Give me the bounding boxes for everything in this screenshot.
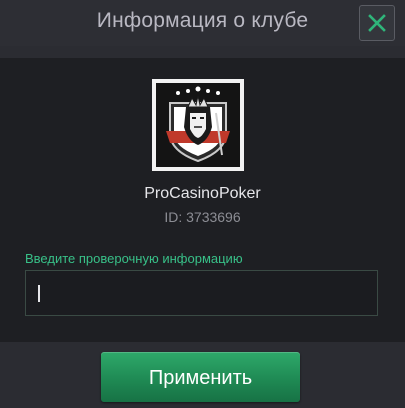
verification-input[interactable] bbox=[25, 270, 378, 316]
jack-playing-card-logo bbox=[156, 83, 240, 167]
dialog-title: Информация о клубе bbox=[96, 9, 309, 32]
club-avatar bbox=[152, 79, 244, 171]
close-button[interactable] bbox=[359, 5, 395, 41]
dialog-header: Информация о клубе bbox=[0, 0, 405, 46]
close-icon bbox=[368, 14, 386, 32]
club-id: ID: 3733696 bbox=[164, 209, 241, 225]
verification-label: Введите проверочную информацию bbox=[25, 251, 243, 266]
club-name: ProCasinoPoker bbox=[144, 185, 261, 202]
apply-button[interactable]: Применить bbox=[101, 352, 300, 402]
text-caret bbox=[38, 285, 40, 302]
